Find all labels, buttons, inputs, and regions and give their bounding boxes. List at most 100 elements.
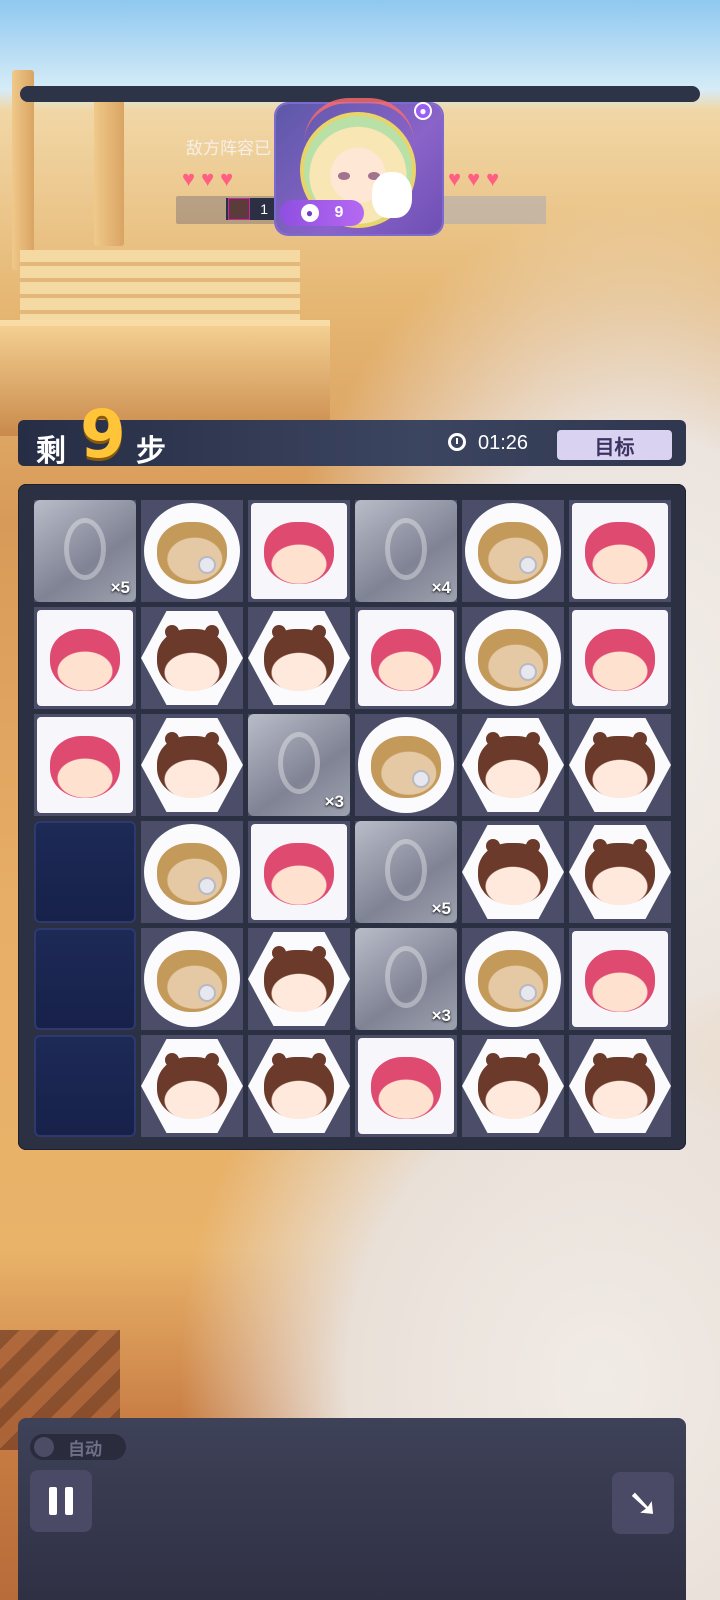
tile-background <box>248 931 350 1027</box>
tile-background <box>572 610 668 706</box>
hair-bun-icon <box>526 838 540 853</box>
stone-hit-count: ×5 <box>431 899 451 918</box>
monocle-icon <box>197 556 216 574</box>
hair-bun-icon <box>633 838 647 853</box>
brown-character-cell[interactable] <box>141 714 243 816</box>
pink-character-cell[interactable] <box>248 821 350 923</box>
enemy-hearts: ♥ ♥ ♥ <box>182 168 233 190</box>
steps-remaining: 9 <box>80 396 126 473</box>
game-board: ×5 ×4 ×3 ×5 ×3 <box>18 484 686 1150</box>
pink-character-icon <box>50 628 120 691</box>
hair-bun-icon <box>205 1052 219 1067</box>
stone-block-cell[interactable]: ×4 <box>355 500 457 602</box>
background-balcony <box>0 320 330 436</box>
tile-background <box>569 1038 671 1134</box>
stone-hit-count: ×4 <box>431 578 451 597</box>
tile-background <box>37 717 133 813</box>
tan-character-icon <box>157 842 227 905</box>
hair-bun-icon <box>205 731 219 746</box>
tan-character-cell[interactable] <box>462 607 564 709</box>
tan-character-icon <box>478 628 548 691</box>
enemy-team-avatar <box>228 198 250 220</box>
pink-character-cell[interactable] <box>34 607 136 709</box>
brown-character-icon <box>157 624 227 691</box>
hair-bun-icon <box>272 624 286 639</box>
pink-character-cell[interactable] <box>569 500 671 602</box>
stone-block-icon: ×3 <box>355 928 457 1030</box>
steps-suffix: 步 <box>136 434 166 469</box>
tan-character-cell[interactable] <box>141 928 243 1030</box>
tile-background <box>465 610 561 706</box>
heart-icon: ♥ <box>467 166 481 191</box>
hair-bun-icon <box>272 1052 286 1067</box>
heart-icon: ♥ <box>448 166 462 191</box>
pink-character-icon <box>371 628 441 691</box>
stone-block-icon: ×4 <box>355 500 457 602</box>
pink-character-cell[interactable] <box>569 928 671 1030</box>
background-stairs <box>20 250 300 320</box>
monocle-icon <box>518 984 537 1002</box>
brown-character-icon <box>264 624 334 691</box>
footprint-icon: ● <box>300 204 319 222</box>
stone-block-icon: ×3 <box>248 714 350 816</box>
brown-character-cell[interactable] <box>248 607 350 709</box>
tan-character-icon <box>478 521 548 584</box>
tan-character-cell[interactable] <box>141 500 243 602</box>
timer-value: 01:26 <box>478 432 529 454</box>
brown-character-cell[interactable] <box>569 821 671 923</box>
stone-block-icon: ×5 <box>355 821 457 923</box>
hair-bun-icon <box>165 624 179 639</box>
brown-character-cell[interactable] <box>569 714 671 816</box>
stone-hit-count: ×5 <box>110 578 130 597</box>
tan-character-icon <box>478 949 548 1012</box>
pink-character-cell[interactable] <box>355 607 457 709</box>
heart-icon: ♥ <box>201 166 215 191</box>
tile-background <box>358 717 454 813</box>
stone-block-cell[interactable]: ×3 <box>355 928 457 1030</box>
hair-bun-icon <box>312 624 326 639</box>
brown-character-cell[interactable] <box>141 607 243 709</box>
brown-character-cell[interactable] <box>141 1035 243 1137</box>
hair-bun-icon <box>593 731 607 746</box>
tan-character-cell[interactable] <box>141 821 243 923</box>
tan-character-cell[interactable] <box>462 928 564 1030</box>
pink-character-cell[interactable] <box>248 500 350 602</box>
pink-character-cell[interactable] <box>569 607 671 709</box>
stone-block-cell[interactable]: ×3 <box>248 714 350 816</box>
brown-character-cell[interactable] <box>569 1035 671 1137</box>
hair-bun-icon <box>312 1052 326 1067</box>
tile-background <box>251 824 347 920</box>
goal-button[interactable]: 目标 <box>557 430 672 460</box>
tan-character-cell[interactable] <box>355 714 457 816</box>
background-pillar <box>94 96 124 246</box>
tile-background <box>465 503 561 599</box>
empty-board-cell[interactable] <box>34 821 136 923</box>
brown-character-icon <box>478 1052 548 1119</box>
pink-character-cell[interactable] <box>355 1035 457 1137</box>
empty-board-cell[interactable] <box>34 928 136 1030</box>
brown-character-cell[interactable] <box>248 928 350 1030</box>
monocle-icon <box>518 663 537 681</box>
brown-character-cell[interactable] <box>462 714 564 816</box>
exit-arrow-icon[interactable]: ➘ <box>612 1472 674 1534</box>
tile-background <box>462 1038 564 1134</box>
tan-character-cell[interactable] <box>462 500 564 602</box>
stone-block-icon: ×5 <box>34 500 136 602</box>
empty-board-cell[interactable] <box>34 1035 136 1137</box>
auto-toggle[interactable]: 自动 <box>30 1434 126 1460</box>
brown-character-icon <box>157 731 227 798</box>
stone-block-cell[interactable]: ×5 <box>355 821 457 923</box>
tile-background <box>358 610 454 706</box>
pink-character-cell[interactable] <box>34 714 136 816</box>
stone-block-cell[interactable]: ×5 <box>34 500 136 602</box>
brown-character-cell[interactable] <box>248 1035 350 1137</box>
heart-icon: ♥ <box>182 166 196 191</box>
brown-character-cell[interactable] <box>462 1035 564 1137</box>
tile-background <box>141 610 243 706</box>
brown-character-icon <box>585 1052 655 1119</box>
brown-character-cell[interactable] <box>462 821 564 923</box>
brown-character-icon <box>264 945 334 1012</box>
tile-background <box>572 931 668 1027</box>
hair-bun-icon <box>633 1052 647 1067</box>
pause-button[interactable] <box>30 1470 92 1532</box>
